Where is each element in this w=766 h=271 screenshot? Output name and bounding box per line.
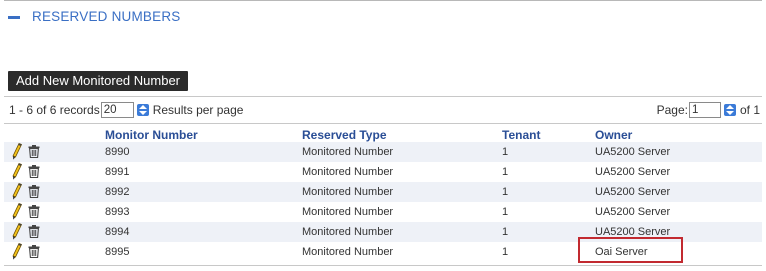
cell-monitor-number: 8994	[105, 226, 130, 238]
results-per-page-spinner-icon[interactable]	[136, 104, 149, 116]
cell-owner: UA5200 Server	[595, 146, 671, 158]
minus-icon[interactable]	[8, 15, 20, 19]
cell-reserved-type: Monitored Number	[302, 146, 394, 158]
page-spinner-icon[interactable]	[723, 104, 736, 116]
cell-tenant: 1	[502, 226, 509, 238]
row-actions	[12, 222, 40, 243]
records-count: 1 - 6 of 6 records	[9, 103, 100, 117]
table-row: 8993 Monitored Number 1 UA5200 Server	[4, 202, 762, 222]
pencil-edit-icon[interactable]	[12, 142, 23, 163]
cell-tenant: 1	[502, 206, 509, 218]
cell-reserved-type: Monitored Number	[302, 206, 394, 218]
cell-monitor-number: 8990	[105, 146, 130, 158]
trash-delete-icon[interactable]	[28, 205, 40, 221]
cell-reserved-type: Monitored Number	[302, 186, 394, 198]
section-title: RESERVED NUMBERS	[32, 9, 181, 24]
cell-monitor-number: 8993	[105, 206, 130, 218]
cell-owner: UA5200 Server	[595, 166, 671, 178]
row-actions	[12, 242, 40, 263]
page-number-input[interactable]	[688, 102, 721, 118]
pencil-edit-icon[interactable]	[12, 242, 23, 263]
cell-monitor-number: 8991	[105, 166, 130, 178]
table-row: 8990 Monitored Number 1 UA5200 Server	[4, 142, 762, 162]
pager-right: Page: of 1	[657, 102, 760, 118]
results-per-page-label: Results per page	[152, 103, 244, 117]
table-row: 8992 Monitored Number 1 UA5200 Server	[4, 182, 762, 202]
trash-delete-icon[interactable]	[28, 165, 40, 181]
row-actions	[12, 162, 40, 183]
cell-monitor-number: 8995	[105, 246, 130, 258]
pencil-edit-icon[interactable]	[12, 222, 23, 243]
cell-owner: UA5200 Server	[595, 186, 671, 198]
cell-tenant: 1	[502, 146, 509, 158]
cell-reserved-type: Monitored Number	[302, 246, 394, 258]
trash-delete-icon[interactable]	[28, 185, 40, 201]
column-header-monitor-number[interactable]: Monitor Number	[105, 128, 198, 142]
table-header: Monitor Number Reserved Type Tenant Owne…	[4, 127, 762, 142]
row-actions	[12, 182, 40, 203]
cell-tenant: 1	[502, 166, 509, 178]
cell-tenant: 1	[502, 186, 509, 198]
cell-tenant: 1	[502, 246, 509, 258]
row-actions	[12, 202, 40, 223]
page-total: of 1	[739, 103, 760, 117]
table-row: 8991 Monitored Number 1 UA5200 Server	[4, 162, 762, 182]
column-header-reserved-type[interactable]: Reserved Type	[302, 128, 387, 142]
row-actions	[12, 142, 40, 163]
results-per-page-input[interactable]	[100, 102, 134, 118]
column-header-tenant[interactable]: Tenant	[502, 128, 540, 142]
cell-reserved-type: Monitored Number	[302, 226, 394, 238]
cell-reserved-type: Monitored Number	[302, 166, 394, 178]
trash-delete-icon[interactable]	[28, 145, 40, 161]
cell-owner: UA5200 Server	[595, 206, 671, 218]
pencil-edit-icon[interactable]	[12, 182, 23, 203]
pencil-edit-icon[interactable]	[12, 162, 23, 183]
cell-monitor-number: 8992	[105, 186, 130, 198]
trash-delete-icon[interactable]	[28, 225, 40, 241]
table-bottom-border	[4, 265, 762, 266]
pager-bar: 1 - 6 of 6 records Results per page Page…	[4, 96, 762, 124]
trash-delete-icon[interactable]	[28, 245, 40, 261]
top-divider	[4, 0, 762, 1]
pencil-edit-icon[interactable]	[12, 202, 23, 223]
pager-left: 1 - 6 of 6 records Results per page	[9, 102, 243, 118]
column-header-owner[interactable]: Owner	[595, 128, 632, 142]
owner-highlight-box	[578, 237, 683, 263]
section-header[interactable]: RESERVED NUMBERS	[8, 9, 180, 24]
page-label: Page:	[656, 103, 688, 117]
add-new-monitored-number-button[interactable]: Add New Monitored Number	[8, 71, 188, 91]
